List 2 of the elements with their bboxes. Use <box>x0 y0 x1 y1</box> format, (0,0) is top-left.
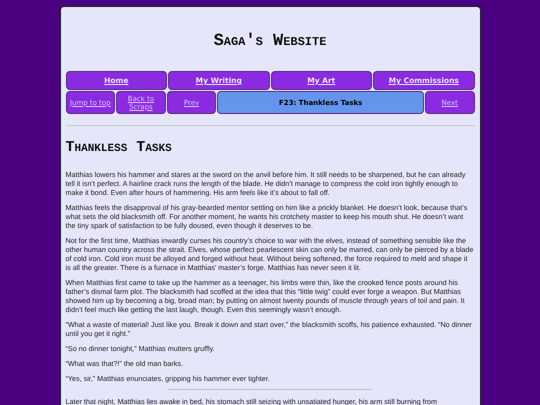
story-title: Thankless Tasks <box>66 139 173 156</box>
site-title: Saga's Website <box>212 31 328 53</box>
